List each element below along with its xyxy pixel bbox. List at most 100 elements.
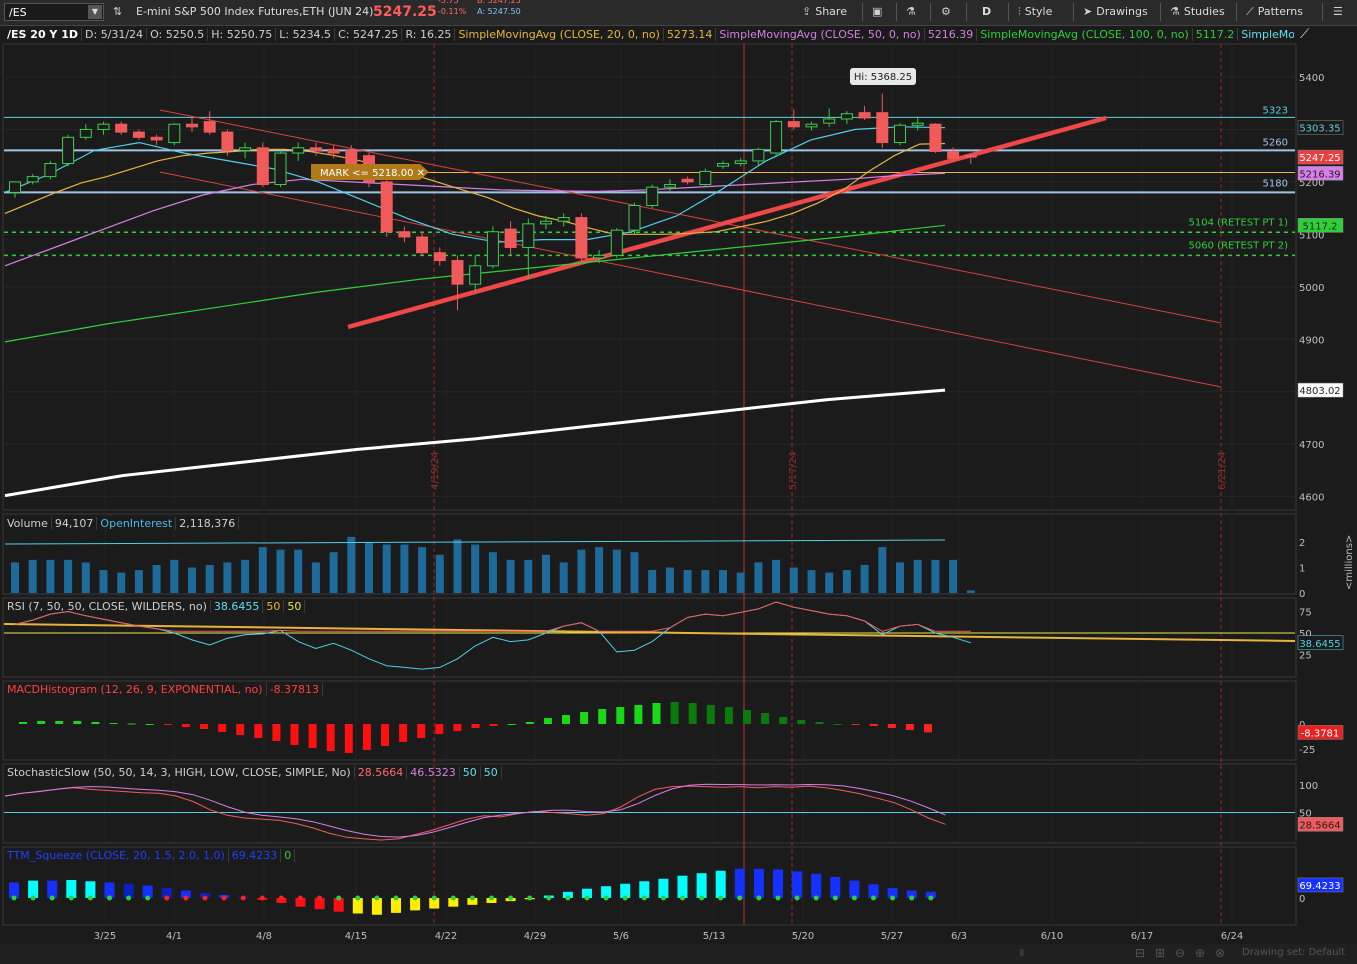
- price-panel[interactable]: [2, 43, 1297, 511]
- price-badge-label: 5117.2: [1303, 221, 1338, 232]
- ttm-squeeze-dot: [240, 895, 246, 901]
- macd-label[interactable]: MACDHistogram (12, 26, 9, EXPONENTIAL, n…: [4, 683, 267, 696]
- volume-bar: [648, 570, 657, 593]
- ttm-squeeze-dot: [584, 895, 590, 901]
- volume-bar: [400, 544, 409, 593]
- y-tick-label: 4700: [1299, 440, 1324, 451]
- rsi-ob: 50: [263, 600, 285, 613]
- scroll-handle[interactable]: ⫴: [1020, 949, 1028, 959]
- ttm-header: TTM_Squeeze (CLOSE, 20, 1.5, 2.0, 1.0) 69…: [4, 848, 296, 864]
- ttm-squeeze-dot: [298, 895, 303, 901]
- macd-bar: [399, 724, 408, 742]
- rsi-axis-label: 75: [1299, 608, 1312, 619]
- ttm-bar: [811, 873, 822, 898]
- volume-bar: [559, 562, 568, 593]
- volume-axis-label: 2: [1299, 538, 1305, 549]
- stoch-badge-label: 28.5664: [1299, 820, 1340, 831]
- scroll-right-icon[interactable]: ⊞: [1155, 946, 1165, 960]
- ttm-squeeze-dot: [145, 895, 151, 901]
- candle-body: [540, 220, 552, 225]
- macd-bar: [761, 713, 770, 724]
- macd-bar: [580, 712, 589, 724]
- zoom-in-icon[interactable]: ⊕: [1195, 946, 1205, 960]
- ttm-bar: [639, 881, 650, 898]
- candle-body: [929, 123, 942, 152]
- ttm-squeeze-dot: [336, 895, 342, 901]
- volume-bar: [152, 564, 161, 593]
- volume-bar: [931, 559, 940, 593]
- level-5260-label: 5260: [1263, 137, 1288, 148]
- candle-body: [787, 121, 800, 128]
- volume-bar: [81, 562, 90, 593]
- ttm-squeeze-dot: [622, 895, 628, 901]
- volume-unit-label: <millions>: [1344, 535, 1355, 590]
- ttm-squeeze-dot: [641, 895, 647, 901]
- ttm-value: 69.4233: [228, 849, 282, 862]
- rsi-label[interactable]: RSI (7, 50, 50, CLOSE, WILDERS, no): [4, 600, 211, 613]
- chart-canvas[interactable]: 4/19/24 5/17/24 6/21/24 5323 5260 5180 5104 (…: [0, 0, 1357, 964]
- level-5180-label: 5180: [1263, 178, 1288, 189]
- ttm-squeeze-dot: [374, 895, 380, 901]
- stoch-label[interactable]: StochasticSlow (50, 50, 14, 3, HIGH, LOW…: [4, 766, 355, 779]
- ttm-squeeze-dot: [660, 895, 666, 901]
- x-tick-label: 5/6: [613, 931, 629, 942]
- macd-bar: [362, 724, 371, 750]
- ttm-bar: [792, 871, 803, 898]
- ttm-squeeze-dot: [928, 895, 934, 901]
- price-axis[interactable]: 4600470048004900500051005200530054005303…: [1297, 73, 1344, 504]
- candle-body: [132, 131, 145, 138]
- candle-body: [610, 229, 623, 256]
- ttm-bar: [773, 869, 783, 898]
- macd-bar: [145, 724, 154, 725]
- ttm-squeeze-dot: [431, 895, 437, 901]
- macd-bar: [688, 703, 697, 724]
- volume-bar: [11, 562, 19, 593]
- candle-body: [840, 113, 853, 120]
- candle-body: [256, 147, 269, 186]
- volume-bar: [842, 570, 851, 593]
- ttm-squeeze-dot: [508, 895, 514, 901]
- volume-axis-label: 1: [1299, 564, 1305, 575]
- candle-body: [646, 186, 659, 207]
- date-axis[interactable]: 3/25 4/1 4/8 4/15 4/22 4/29 5/6 5/13 5/20 5/27 6/3…: [94, 931, 1243, 942]
- candle-body: [805, 123, 818, 128]
- volume-bar: [825, 572, 834, 593]
- macd-bar: [91, 722, 100, 724]
- reset-icon[interactable]: ⊗: [1215, 946, 1225, 960]
- volume-bar: [542, 554, 550, 593]
- drawing-set-label[interactable]: Drawing set: Default: [1242, 947, 1345, 958]
- volume-bar: [878, 547, 887, 593]
- ttm-squeeze-dot: [775, 895, 781, 901]
- stoch-d: 46.5323: [407, 766, 460, 779]
- ttm-squeeze-dot: [890, 895, 896, 901]
- volume-bar: [577, 549, 586, 593]
- ttm-squeeze-dot: [489, 895, 494, 901]
- price-badge-label: 5216.39: [1299, 169, 1340, 180]
- volume-bar: [665, 567, 674, 593]
- stoch-k: 28.5664: [354, 766, 408, 779]
- expand-icon[interactable]: ⟋: [1300, 27, 1320, 43]
- volume-bar: [471, 544, 480, 593]
- volume-bar: [435, 554, 444, 593]
- x-tick-label: 6/17: [1131, 931, 1153, 942]
- macd-bar: [507, 724, 516, 725]
- scroll-left-icon[interactable]: ⊟: [1135, 946, 1145, 960]
- macd-bar: [634, 705, 643, 724]
- zoom-out-icon[interactable]: ⊖: [1175, 946, 1185, 960]
- ttm-label[interactable]: TTM_Squeeze (CLOSE, 20, 1.5, 2.0, 1.0): [4, 849, 229, 862]
- macd-bar: [37, 721, 46, 724]
- volume-bar: [772, 559, 781, 593]
- candle-body: [451, 260, 464, 285]
- volume-label[interactable]: Volume: [4, 517, 52, 530]
- x-tick-label: 6/3: [951, 931, 967, 942]
- volume-bar: [719, 570, 727, 593]
- ttm-squeeze-dot: [603, 895, 609, 901]
- volume-bar: [807, 570, 816, 593]
- x-tick-label: 5/27: [881, 931, 903, 942]
- macd-bar: [616, 707, 625, 724]
- macd-bar: [435, 724, 444, 734]
- x-tick-label: 4/15: [345, 931, 367, 942]
- candle-body: [327, 148, 340, 154]
- oi-label[interactable]: OpenInterest: [97, 517, 177, 530]
- vertical-marker-label: 6/21/24: [1217, 451, 1228, 490]
